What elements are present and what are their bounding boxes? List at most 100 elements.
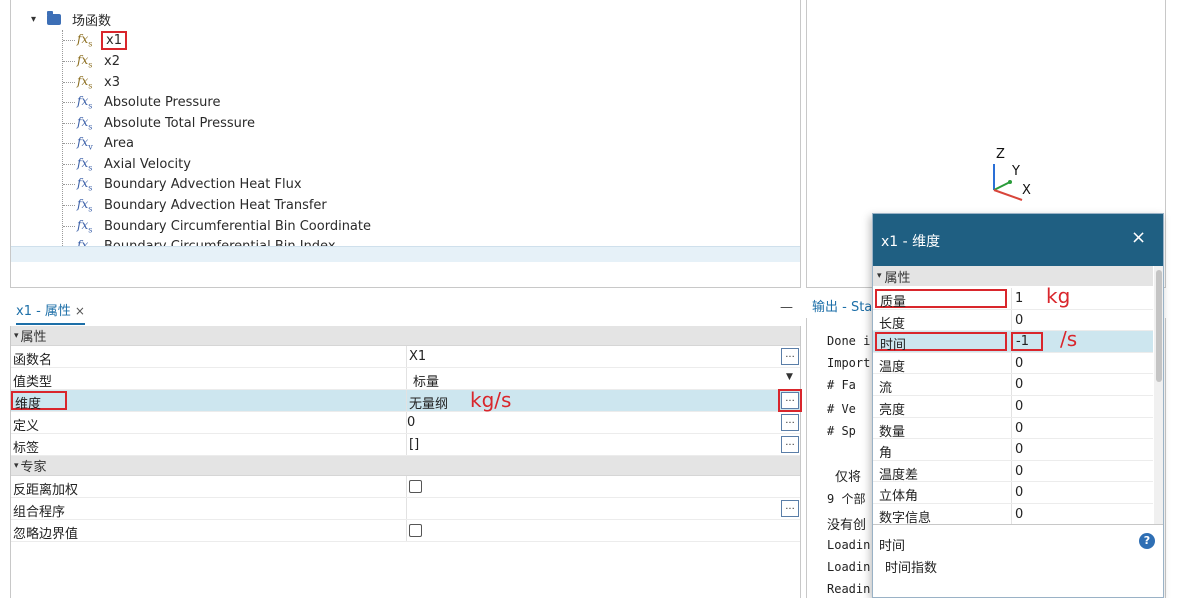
fx-scalar-icon: fxs <box>77 217 93 235</box>
dimension-row-mass[interactable]: 质量 1 <box>873 288 1153 310</box>
close-icon[interactable]: × <box>1131 227 1146 248</box>
chevron-down-icon[interactable]: ▼ <box>786 372 793 382</box>
property-ignore-boundary[interactable]: 忽略边界值 <box>11 520 800 542</box>
tree-item-boundary-circumferential-bin-coordinate[interactable]: fxs Boundary Circumferential Bin Coordin… <box>63 216 374 236</box>
edit-dimension-button[interactable]: ... <box>778 389 802 412</box>
tree-item-boundary-advection-heat-transfer[interactable]: fxs Boundary Advection Heat Transfer <box>63 195 330 215</box>
dimension-row-temperature-difference[interactable]: 温度差 0 <box>873 460 1153 483</box>
tree-item-x1[interactable]: fxs x1 <box>63 30 127 50</box>
collapse-caret-icon[interactable]: ▾ <box>31 14 43 25</box>
ignore-boundary-checkbox[interactable] <box>409 524 422 537</box>
dialog-scrollbar[interactable] <box>1154 266 1163 524</box>
dimension-value[interactable]: 1 <box>1015 291 1023 306</box>
tree-item-label: Boundary Circumferential Bin Coordinate <box>104 218 371 234</box>
dimension-name: 流 <box>879 381 893 397</box>
property-definition[interactable]: 定义 0 ... <box>11 412 800 434</box>
output-line: # Sp <box>827 424 856 438</box>
tree-item-absolute-pressure[interactable]: fxs Absolute Pressure <box>63 92 223 112</box>
dimension-value[interactable]: 0 <box>1015 399 1023 414</box>
fx-scalar-icon: fxs <box>77 196 93 214</box>
ellipsis-button[interactable]: ... <box>781 436 799 453</box>
dimension-row-solid-angle[interactable]: 立体角 0 <box>873 482 1153 504</box>
dimension-name: 时间 <box>875 332 1007 353</box>
tree-root-field-functions[interactable]: ▾ 场函数 <box>31 10 114 29</box>
property-value[interactable]: 0 <box>407 415 415 430</box>
tree-item-label: Area <box>104 135 134 151</box>
property-function-name[interactable]: 函数名 X1 ... <box>11 346 800 368</box>
tree-item-x2[interactable]: fxs x2 <box>63 51 123 71</box>
output-line: Loadin <box>827 560 871 574</box>
dialog-titlebar[interactable]: x1 - 维度 × <box>873 214 1163 266</box>
property-value[interactable]: X1 <box>409 349 426 364</box>
fx-scalar-icon: fxs <box>77 114 93 132</box>
dimension-value[interactable]: 0 <box>1015 485 1023 500</box>
output-line: # Fa <box>827 378 856 392</box>
collapse-caret-icon[interactable]: ▾ <box>14 461 19 471</box>
tab-output[interactable]: 输出 - Sta <box>812 296 872 315</box>
dimension-row-time[interactable]: 时间 -1 <box>873 331 1153 353</box>
category-label: 专家 <box>20 460 47 475</box>
tab-properties[interactable]: x1 - 属性 × <box>16 300 85 325</box>
tree-item-area[interactable]: fxv Area <box>63 133 137 153</box>
property-value-type[interactable]: 值类型 标量 ▼ <box>11 368 800 390</box>
tree-item-absolute-total-pressure[interactable]: fxs Absolute Total Pressure <box>63 113 258 133</box>
ellipsis-button[interactable]: ... <box>781 348 799 365</box>
dimension-value[interactable]: 0 <box>1015 464 1023 479</box>
property-combiner[interactable]: 组合程序 ... <box>11 498 800 520</box>
fx-user-icon: fxs <box>77 52 93 70</box>
collapse-caret-icon[interactable]: ▾ <box>877 271 882 281</box>
ellipsis-button[interactable]: ... <box>781 414 799 431</box>
property-dimension[interactable]: 维度 无量纲 ... <box>11 389 802 412</box>
category-expert[interactable]: ▾ 专家 <box>11 456 800 476</box>
property-inverse-distance-weighting[interactable]: 反距离加权 <box>11 476 800 498</box>
minimize-button[interactable]: — <box>780 300 793 315</box>
scrollbar-thumb[interactable] <box>1156 270 1162 382</box>
properties-tabbar: x1 - 属性 × — <box>10 296 801 325</box>
tree-item-label: Axial Velocity <box>104 156 191 172</box>
dimension-value[interactable]: 0 <box>1015 442 1023 457</box>
dimension-row-quantity[interactable]: 数量 0 <box>873 417 1153 440</box>
dimension-row-temperature[interactable]: 温度 0 <box>873 352 1153 375</box>
axis-z-label: Z <box>996 147 1005 162</box>
tree-item-boundary-advection-heat-flux[interactable]: fxs Boundary Advection Heat Flux <box>63 174 305 194</box>
dimension-value[interactable]: 0 <box>1015 377 1023 392</box>
dimension-value[interactable]: 0 <box>1015 421 1023 436</box>
dimension-row-current[interactable]: 流 0 <box>873 374 1153 396</box>
property-name: 忽略边界值 <box>13 527 79 542</box>
dimension-row-length[interactable]: 长度 0 <box>873 309 1153 332</box>
dimension-value[interactable]: -1 <box>1011 332 1043 352</box>
fx-user-icon: fxs <box>77 31 93 49</box>
dimension-row-digital-information[interactable]: 数字信息 0 <box>873 504 1153 526</box>
dimension-value[interactable]: 0 <box>1015 507 1023 522</box>
fx-scalar-icon: fxs <box>77 93 93 111</box>
close-icon[interactable]: × <box>75 304 85 318</box>
dimension-value[interactable]: 0 <box>1015 313 1023 328</box>
property-value[interactable]: 无量纲 <box>409 393 448 412</box>
dimension-row-luminosity[interactable]: 亮度 0 <box>873 396 1153 418</box>
help-icon[interactable]: ? <box>1139 533 1155 549</box>
dimension-name: 温度 <box>879 359 906 375</box>
dimension-value[interactable]: 0 <box>1015 356 1023 371</box>
description-title: 时间 <box>879 539 906 554</box>
tree-item-x3[interactable]: fxs x3 <box>63 72 123 92</box>
annotation-kg-per-s: kg/s <box>470 388 512 412</box>
dimension-row-angle[interactable]: 角 0 <box>873 439 1153 461</box>
axis-x-label: X <box>1022 183 1031 198</box>
tree-item-label: x2 <box>104 53 120 69</box>
tree-footer-strip <box>11 246 800 262</box>
tree-item-axial-velocity[interactable]: fxs Axial Velocity <box>63 154 194 174</box>
output-line: Done i <box>827 334 871 348</box>
description-text: 时间指数 <box>885 561 938 576</box>
category-properties[interactable]: ▾ 属性 <box>11 326 800 346</box>
property-name: 定义 <box>13 419 40 434</box>
property-value[interactable]: 标量 <box>413 371 439 390</box>
tree-item-label: Boundary Advection Heat Transfer <box>104 197 327 213</box>
category-properties[interactable]: ▾ 属性 <box>873 266 1153 286</box>
dimension-name: 立体角 <box>879 489 919 505</box>
ellipsis-button[interactable]: ... <box>781 500 799 517</box>
annotation-kg: kg <box>1046 284 1071 308</box>
collapse-caret-icon[interactable]: ▾ <box>14 331 19 341</box>
inverse-distance-checkbox[interactable] <box>409 480 422 493</box>
property-label[interactable]: 标签 [] ... <box>11 434 800 456</box>
property-value[interactable]: [] <box>409 437 419 452</box>
